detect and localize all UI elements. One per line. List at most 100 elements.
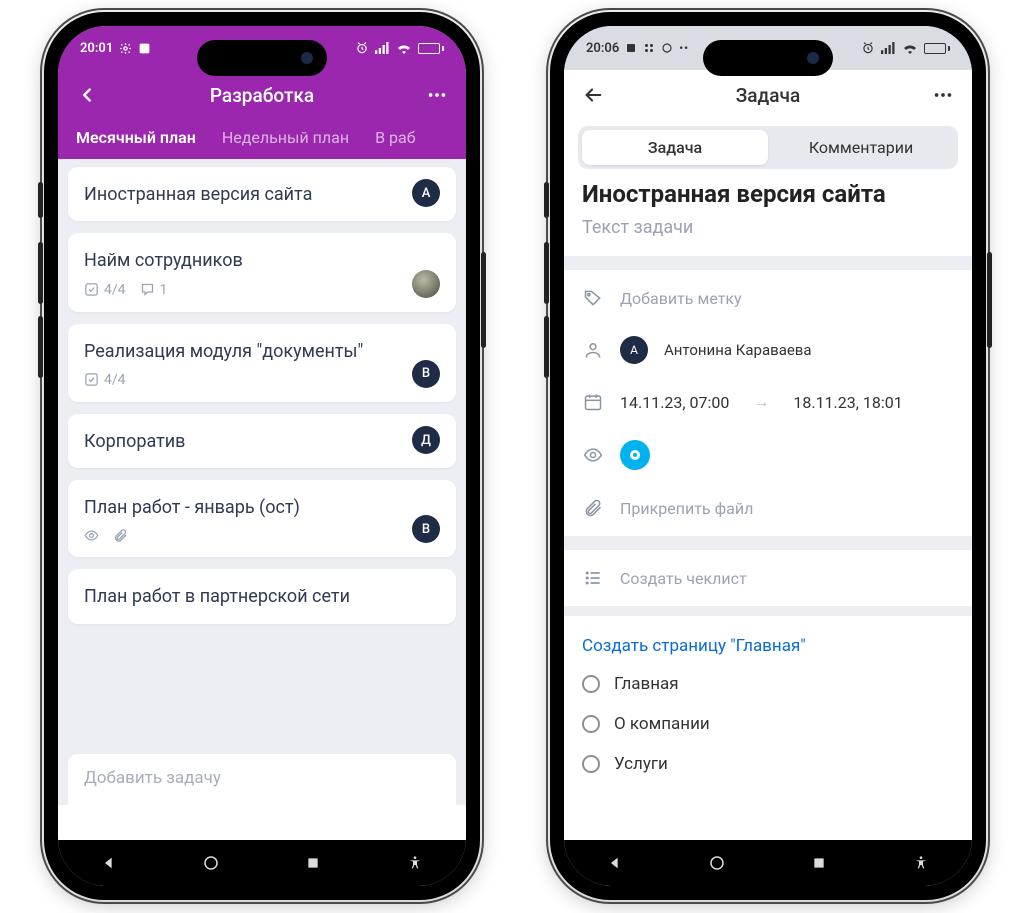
more-button[interactable]: [426, 84, 448, 106]
app-bar: Задача: [564, 70, 972, 120]
nav-home-icon[interactable]: [707, 853, 727, 873]
status-icon-2: [643, 42, 655, 54]
check-meta: 4/4: [84, 372, 126, 388]
eye-icon: [582, 445, 604, 465]
card-title: Найм сотрудников: [84, 249, 440, 273]
battery-icon: [418, 43, 444, 54]
signal-icon: [881, 42, 896, 54]
wifi-icon: [902, 42, 918, 54]
alarm-icon: [861, 41, 875, 55]
task-card[interactable]: Найм сотрудников 4/4 1: [68, 233, 456, 311]
date-to: 18.11.23, 18:01: [793, 393, 902, 412]
checklist-item-label: Главная: [614, 674, 679, 694]
status-time: 20:06: [586, 41, 619, 56]
phone-left: 20:01: [44, 12, 480, 900]
person-icon: [582, 340, 604, 360]
date-row[interactable]: 14.11.23, 07:00 → 18.11.23, 18:01: [564, 378, 972, 426]
radio-icon: [582, 675, 600, 693]
attach-label: Прикрепить файл: [620, 499, 753, 518]
nav-home-icon[interactable]: [201, 853, 221, 873]
android-nav: [58, 840, 466, 886]
create-checklist-label: Создать чеклист: [620, 569, 747, 588]
checklist-item-label: Услуги: [614, 754, 668, 774]
tab-0[interactable]: Месячный план: [76, 128, 196, 147]
eye-meta: [84, 528, 99, 543]
assignee-name: Антонина Караваева: [664, 341, 812, 359]
nav-recent-icon[interactable]: [303, 853, 323, 873]
back-button[interactable]: [582, 84, 604, 106]
add-tag-label: Добавить метку: [620, 289, 742, 308]
battery-icon: [924, 43, 950, 54]
signal-icon: [375, 42, 390, 54]
watchers-row[interactable]: [564, 426, 972, 484]
phone-right: 20:06 •• Задача: [550, 12, 986, 900]
status-time: 20:01: [80, 41, 113, 56]
task-card[interactable]: Иностранная версия сайтаА: [68, 167, 456, 221]
checklist-item[interactable]: Услуги: [564, 744, 972, 784]
create-checklist-row[interactable]: Создать чеклист: [564, 554, 972, 602]
clip-meta: [113, 528, 128, 543]
notch: [197, 40, 327, 76]
card-title: Иностранная версия сайта: [84, 183, 440, 207]
notch: [703, 40, 833, 76]
date-from: 14.11.23, 07:00: [620, 393, 729, 412]
segment-0[interactable]: Задача: [582, 130, 768, 165]
nav-back-icon[interactable]: [99, 853, 119, 873]
attach-row[interactable]: Прикрепить файл: [564, 484, 972, 532]
card-title: План работ в партнерской сети: [84, 585, 440, 609]
assignee-avatar: Д: [412, 426, 440, 454]
tag-icon: [582, 288, 604, 308]
assignee-row[interactable]: А Антонина Караваева: [564, 322, 972, 378]
arrow-right-icon: →: [753, 392, 769, 412]
task-card[interactable]: Реализация модуля "документы" 4/4 В: [68, 324, 456, 402]
nav-recent-icon[interactable]: [809, 853, 829, 873]
status-icon-3: [661, 42, 673, 54]
task-subtitle[interactable]: Текст задачи: [582, 217, 954, 238]
wifi-icon: [396, 42, 412, 54]
app-bar: Разработка: [58, 70, 466, 120]
checklist-item-label: О компании: [614, 714, 710, 734]
segmented-control[interactable]: ЗадачаКомментарии: [578, 126, 958, 169]
add-tag-row[interactable]: Добавить метку: [564, 274, 972, 322]
comment-meta: 1: [140, 282, 168, 298]
add-task-input[interactable]: Добавить задачу: [68, 753, 456, 805]
paperclip-icon: [582, 498, 604, 518]
tab-2[interactable]: В раб: [375, 128, 415, 147]
checklist-item[interactable]: Главная: [564, 664, 972, 704]
checklist-title[interactable]: Создать страницу "Главная": [564, 620, 972, 664]
segment-1[interactable]: Комментарии: [768, 130, 954, 165]
status-icon-1: [625, 42, 637, 54]
assignee-avatar: В: [412, 360, 440, 388]
page-title: Задача: [736, 84, 800, 107]
card-title: Реализация модуля "документы": [84, 340, 440, 364]
assignee-avatar: А: [620, 336, 648, 364]
assignee-avatar: [412, 270, 440, 298]
task-card[interactable]: План работ - январь (ост)В: [68, 480, 456, 557]
watcher-badge: [620, 440, 650, 470]
radio-icon: [582, 715, 600, 733]
alarm-icon: [355, 41, 369, 55]
more-button[interactable]: [932, 84, 954, 106]
checklist-item[interactable]: О компании: [564, 704, 972, 744]
task-title: Иностранная версия сайта: [582, 179, 954, 209]
nav-accessibility-icon[interactable]: [405, 853, 425, 873]
back-button[interactable]: [76, 84, 98, 106]
task-card[interactable]: КорпоративД: [68, 414, 456, 468]
nav-accessibility-icon[interactable]: [911, 853, 931, 873]
list-icon: [582, 568, 604, 588]
status-icon-dots: ••: [679, 42, 689, 55]
tabs: Месячный план Недельный план В раб: [58, 120, 466, 159]
card-title: План работ - январь (ост): [84, 496, 440, 520]
tab-1[interactable]: Недельный план: [222, 128, 349, 147]
android-nav: [564, 840, 972, 886]
status-icon-app: [138, 42, 151, 55]
card-title: Корпоратив: [84, 430, 440, 454]
task-card[interactable]: План работ в партнерской сети: [68, 569, 456, 623]
check-meta: 4/4: [84, 282, 126, 298]
page-title: Разработка: [210, 84, 314, 107]
nav-back-icon[interactable]: [605, 853, 625, 873]
task-list[interactable]: Иностранная версия сайтаА Найм сотруднико…: [58, 159, 466, 805]
radio-icon: [582, 755, 600, 773]
calendar-icon: [582, 392, 604, 412]
status-icon-gear: [119, 42, 132, 55]
